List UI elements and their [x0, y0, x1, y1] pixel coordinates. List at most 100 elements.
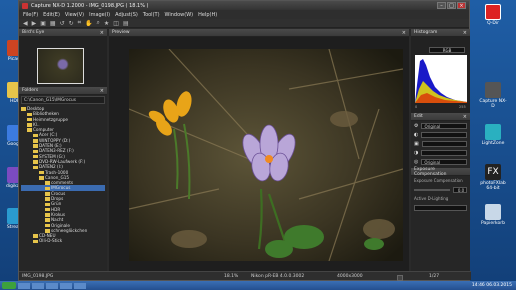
taskbar-app-1[interactable] — [18, 282, 30, 289]
back-icon[interactable]: ◀ — [23, 20, 28, 27]
gear-icon[interactable]: ⚙ — [414, 123, 418, 129]
menu-adjust[interactable]: Adjust(S) — [115, 12, 138, 18]
edit-dropdown-2[interactable] — [421, 131, 467, 138]
picture-control-icon[interactable]: ▣ — [414, 141, 419, 147]
menu-file[interactable]: File(F) — [23, 12, 38, 18]
folder-label: Drops — [51, 196, 64, 202]
folder-label: Canon_G15 — [45, 174, 70, 180]
folder-icon — [21, 107, 26, 111]
folder-icon — [39, 176, 44, 180]
histogram-channel-select[interactable]: RGB — [429, 47, 465, 53]
birdseye-panel — [19, 37, 107, 87]
menu-view[interactable]: View(V) — [65, 12, 84, 18]
label-icon[interactable]: ▤ — [123, 20, 129, 27]
desktop-icon-qdir[interactable]: Q-Dir — [478, 4, 508, 26]
folder-label: Bibliotheken — [33, 111, 59, 117]
menu-help[interactable]: Help(H) — [198, 12, 217, 18]
status-dims: 4000x3000 — [337, 274, 363, 279]
folder-tree-item[interactable]: Olli-D-Stick — [21, 238, 105, 243]
status-filename: IMG_0198.JPG — [22, 274, 54, 279]
taskbar-app-4[interactable] — [60, 282, 72, 289]
app-icon — [22, 2, 28, 9]
maximize-icon[interactable]: □ — [447, 2, 456, 9]
desktop-icon-lightzone[interactable]: LightZone — [478, 124, 508, 146]
taskbar-app-2[interactable] — [32, 282, 44, 289]
edit-dropdown-4[interactable] — [421, 149, 467, 156]
folder-path-field[interactable]: C:\Canon_G15\IMGrocus — [21, 96, 105, 104]
rotate-right-icon[interactable]: ↻ — [69, 20, 74, 27]
panel-close-icon[interactable]: × — [100, 88, 104, 94]
birdseye-thumbnail[interactable] — [37, 48, 84, 84]
desktop-icon-photofxlab[interactable]: FX photoFXlab 64-bit — [478, 164, 508, 191]
close-icon[interactable]: × — [457, 2, 466, 9]
folder-label: DATEN3-REZ (F:) — [39, 148, 74, 154]
exposure-header: Exposure Compensation — [411, 167, 470, 177]
folder-label: Computer — [33, 127, 54, 133]
zoom-icon[interactable]: ⌕ — [97, 19, 100, 27]
taskbar-clock[interactable]: 14:46 06.03.2015 — [472, 283, 512, 288]
active-dlighting-dropdown[interactable] — [414, 204, 467, 211]
exposure-value[interactable]: 0.0 — [453, 186, 467, 193]
folder-tree: Desktop Bibliotheken Heimnetzgruppe Kl.. Com… — [19, 105, 107, 245]
status-info: Nikon pR-EB 4.0.0.3002 — [251, 274, 305, 279]
desktop-icon-recycle-bin[interactable]: Papierkorb — [478, 204, 508, 226]
window-title: Capture NX-D 1.2000 - IMG_0198.JPG ( 18.… — [31, 2, 149, 9]
exposure-row: 0.0 — [411, 185, 470, 194]
compare-icon[interactable]: ◫ — [113, 20, 119, 27]
edit-dropdown-1[interactable]: Original — [421, 122, 467, 129]
crop-icon[interactable]: ⌗ — [78, 19, 81, 27]
rotate-left-icon[interactable]: ↺ — [60, 20, 65, 27]
folder-label: SYSTEM (G:) — [39, 153, 65, 159]
folder-icon — [33, 154, 38, 159]
histogram-max: 255 — [459, 105, 466, 109]
folder-label: Crocus — [51, 190, 66, 196]
exposure-slider[interactable] — [414, 188, 450, 191]
folder-icon — [45, 192, 50, 196]
preview-image[interactable] — [129, 49, 403, 261]
taskbar-app-5[interactable] — [74, 282, 86, 289]
clock-time: 14:46 — [471, 283, 485, 288]
exposure-label: Exposure Compensation — [414, 178, 463, 183]
folder-label: Heimnetzgruppe — [33, 116, 68, 122]
edit-header: Edit × — [411, 113, 470, 121]
desktop-icon-capture-nx-d[interactable]: Capture NX-D — [478, 82, 508, 109]
histogram-min: 0 — [415, 105, 418, 109]
folder-label: WINTOPPY (D:) — [39, 137, 71, 143]
folder-icon — [45, 218, 50, 222]
lens-icon[interactable]: ◎ — [414, 159, 418, 165]
panel-close-icon[interactable]: × — [463, 114, 467, 120]
folder-label: Grün — [51, 201, 62, 207]
folder-label: IMGrocus — [51, 185, 71, 191]
crocus-photo — [129, 49, 403, 261]
taskbar-app-3[interactable] — [46, 282, 58, 289]
taskbar: 14:46 06.03.2015 — [0, 281, 516, 290]
menu-tool[interactable]: Tool(T) — [143, 12, 160, 18]
grid-icon[interactable]: ▦ — [50, 20, 56, 27]
hand-icon[interactable]: ✋ — [85, 20, 92, 27]
folder-icon[interactable]: ▣ — [40, 20, 46, 27]
panel-close-icon[interactable]: × — [100, 30, 104, 36]
wb-icon[interactable]: ◐ — [414, 132, 418, 138]
folder-label: comments — [51, 180, 74, 186]
start-button[interactable] — [2, 282, 16, 289]
right-pane: Histogram × RGB 0 255 Edit × ⚙ Original ◐ ▣… — [411, 29, 470, 273]
star-icon[interactable]: ★ — [104, 20, 109, 27]
menu-image[interactable]: Image(I) — [89, 12, 110, 18]
folder-icon — [45, 197, 50, 201]
forward-icon[interactable]: ▶ — [32, 20, 37, 27]
folder-icon — [45, 213, 50, 217]
panel-close-icon[interactable]: × — [463, 30, 467, 36]
menu-edit[interactable]: Edit(E) — [43, 12, 60, 18]
title-bar: Capture NX-D 1.2000 - IMG_0198.JPG ( 18.… — [19, 1, 469, 10]
folder-icon — [33, 133, 38, 138]
folder-icon — [45, 207, 50, 212]
edit-dropdown-5[interactable]: Original — [421, 158, 467, 165]
edit-dropdown-3[interactable] — [421, 140, 467, 147]
minimize-icon[interactable]: – — [437, 2, 446, 9]
left-pane: Bird's Eye × Folders × C:\Canon_G15\IMGroc… — [19, 29, 107, 273]
status-page: 1/27 — [429, 274, 440, 279]
active-dlighting-row — [411, 203, 470, 212]
menu-window[interactable]: Window(W) — [165, 12, 194, 18]
tone-icon[interactable]: ◑ — [414, 150, 418, 156]
panel-close-icon[interactable]: × — [402, 30, 406, 36]
